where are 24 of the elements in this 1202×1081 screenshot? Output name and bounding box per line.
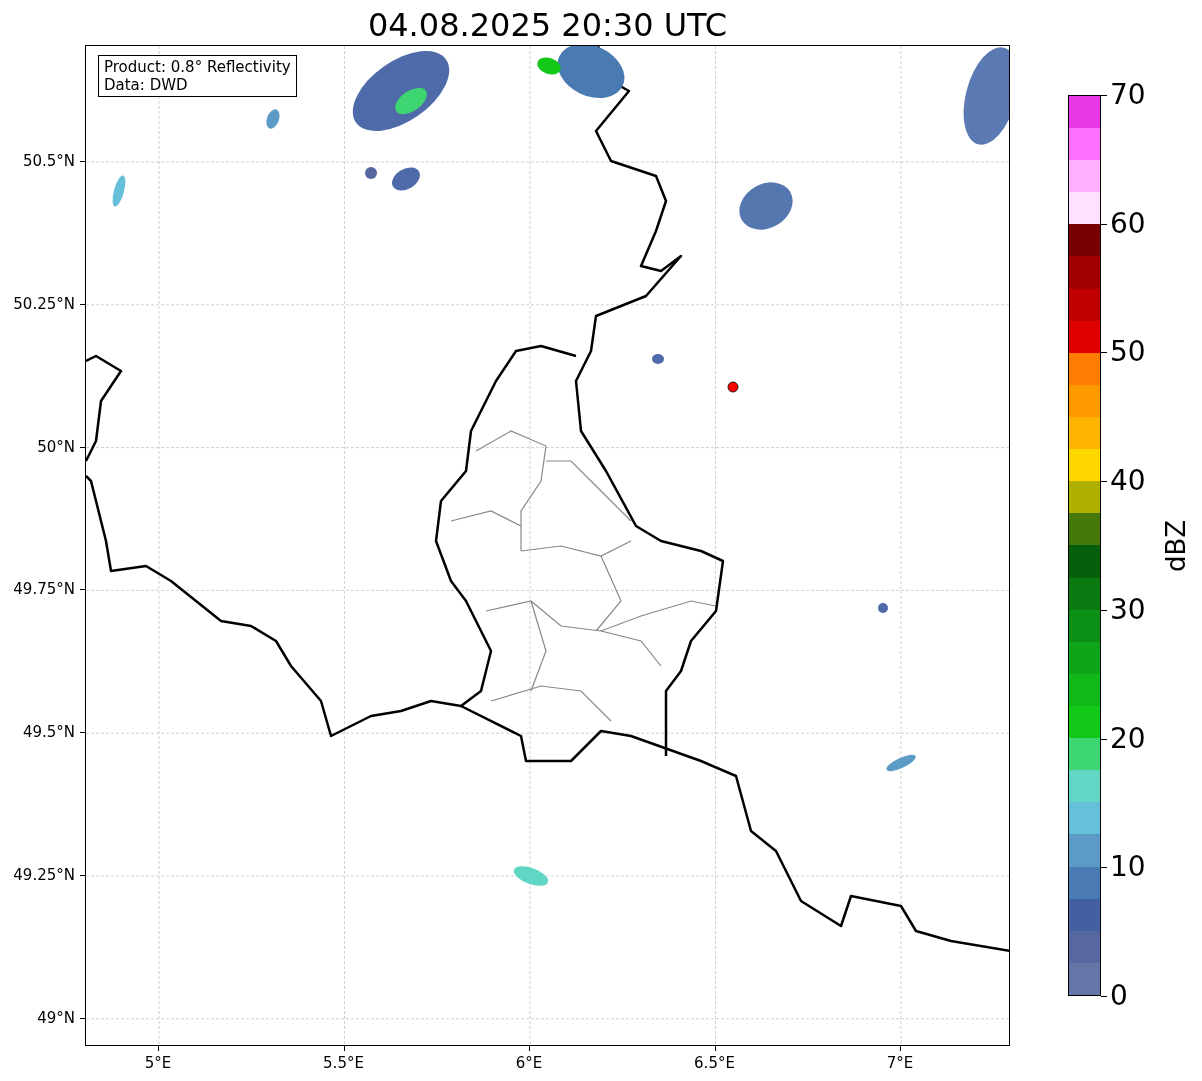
colorbar-tick-label: 50 [1110,336,1146,369]
colorbar-tick-label: 60 [1110,207,1146,240]
y-axis-label: 50.5°N [22,152,75,170]
x-axis-label: 5°E [144,1054,172,1072]
chart-title: 04.08.2025 20:30 UTC [367,5,728,45]
x-axis-label: 6°E [515,1054,543,1072]
y-axis-label: 49°N [37,1008,75,1027]
colorbar-tick-label: 0 [1110,980,1128,1012]
y-axis-label: 50°N [37,437,75,456]
colorbar-tick-label: 70 [1110,79,1146,111]
x-axis-label: 7°E [886,1054,914,1072]
y-axis-label: 49.25°N [13,866,75,884]
info-text: Product: 0.8° Reflectivity [104,58,291,76]
y-axis-label: 49.75°N [13,580,75,599]
x-axis-label: 5.5°E [323,1054,364,1072]
colorbar-label: dBZ [1161,519,1191,572]
colorbar-tick-label: 10 [1110,851,1146,884]
info-text: Data: DWD [104,76,189,94]
colorbar-tick-label: 20 [1110,722,1146,755]
x-axis-label: 6.5°E [694,1054,735,1072]
colorbar-tick-label: 40 [1110,465,1146,498]
y-axis-label: 50.25°N [13,294,75,313]
colorbar-tick-label: 30 [1110,593,1146,626]
y-axis-label: 49.5°N [22,723,75,742]
